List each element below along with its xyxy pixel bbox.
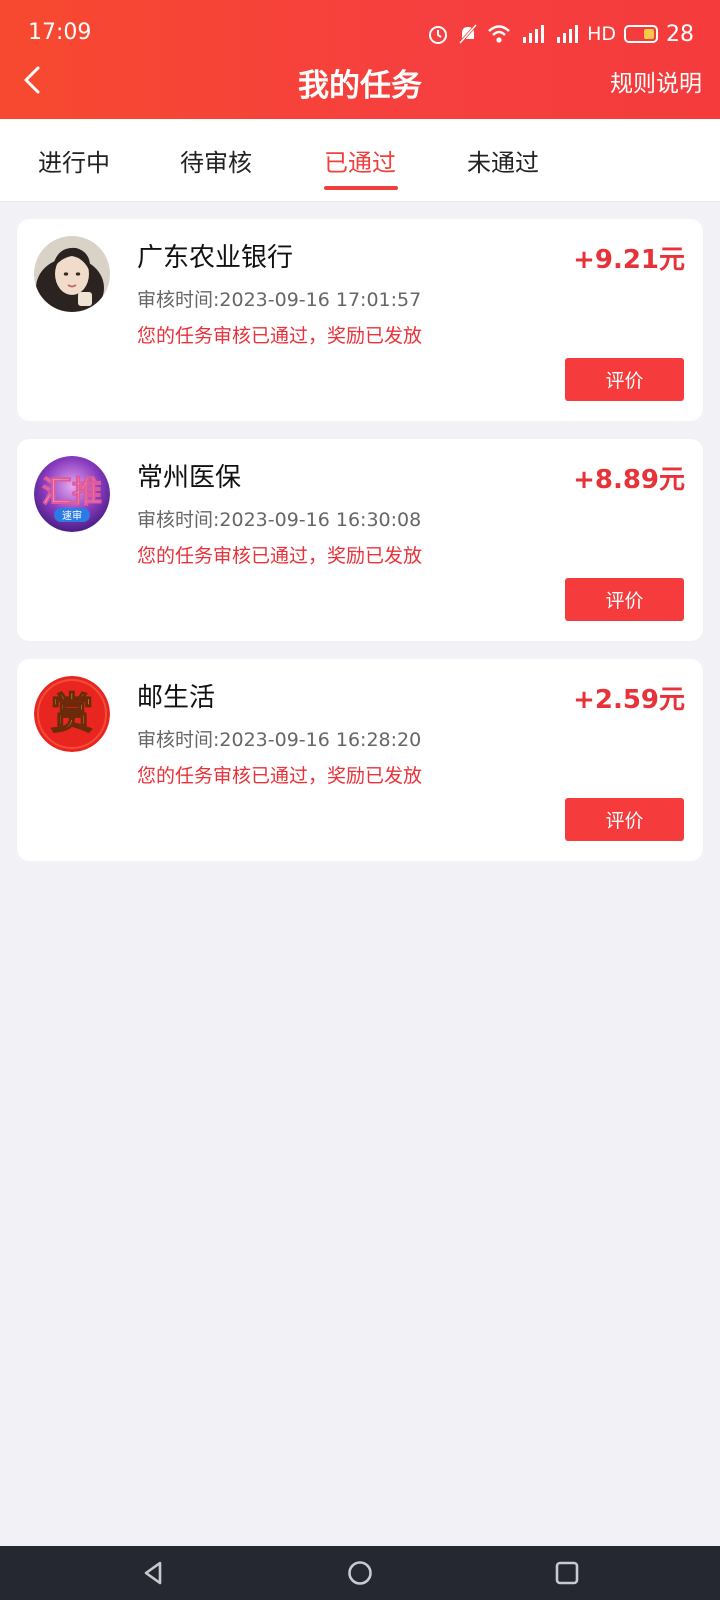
system-nav-bar [0,1546,720,1600]
tab-approved[interactable]: 已通过 [324,143,396,178]
task-card[interactable]: 广东农业银行 +9.21元 审核时间:2023-09-16 17:01:57 您… [17,219,703,421]
triangle-back-icon [144,1561,162,1585]
task-reward: +9.21元 [573,245,685,275]
alarm-icon [429,26,448,44]
task-reward: +2.59元 [573,685,685,715]
system-recents-button[interactable] [553,1559,581,1591]
task-name: 常州医保 [137,463,242,493]
tab-in-progress[interactable]: 进行中 [38,143,110,178]
review-time: 审核时间:2023-09-16 16:28:20 [137,729,422,751]
status-time: 17:09 [28,20,92,45]
battery-icon [624,25,658,43]
avatar: 赏 [34,676,110,752]
nav-bar: 我的任务 规则说明 [0,54,720,114]
portrait-avatar-image [34,236,110,312]
header: 17:09 HD 28 我的任务 规则说明 [0,0,720,119]
tab-pending-review[interactable]: 待审核 [180,143,252,178]
task-card[interactable]: 赏 邮生活 +2.59元 审核时间:2023-09-16 16:28:20 您的… [17,659,703,861]
mute-icon [458,24,478,44]
huitui-logo-text: 汇推 [42,475,102,510]
task-name: 邮生活 [137,683,216,713]
battery-level: 28 [666,21,694,47]
system-back-button[interactable] [140,1559,168,1591]
huitui-logo: 汇推 速审 [34,456,110,532]
avatar: 汇推 速审 [34,456,110,532]
review-time: 审核时间:2023-09-16 17:01:57 [137,289,422,311]
shang-logo: 赏 [34,676,110,752]
status-message: 您的任务审核已通过，奖励已发放 [137,765,423,787]
avatar [34,236,110,312]
task-name: 广东农业银行 [137,243,294,273]
task-card[interactable]: 汇推 速审 常州医保 +8.89元 审核时间:2023-09-16 16:30:… [17,439,703,641]
status-message: 您的任务审核已通过，奖励已发放 [137,545,423,567]
signal-4g-icon [523,25,545,43]
active-tab-indicator [324,186,398,190]
status-bar: 17:09 HD 28 [0,14,720,54]
circle-home-icon [348,1561,372,1585]
status-message: 您的任务审核已通过，奖励已发放 [137,325,423,347]
shang-logo-text: 赏 [51,689,93,738]
tab-rejected[interactable]: 未通过 [467,143,539,178]
huitui-logo-subtext: 速审 [62,509,82,522]
network-label: HD [587,23,616,45]
review-time: 审核时间:2023-09-16 16:30:08 [137,509,422,531]
signal-4g-icon [557,25,579,43]
rate-button[interactable]: 评价 [565,358,684,401]
wifi-icon [488,25,510,43]
status-icons: HD 28 [427,20,694,48]
rate-button[interactable]: 评价 [565,798,684,841]
square-recents-icon [555,1561,579,1585]
tab-bar: 进行中 待审核 已通过 未通过 [0,119,720,202]
system-home-button[interactable] [346,1559,374,1591]
rules-link[interactable]: 规则说明 [610,64,702,98]
rate-button[interactable]: 评价 [565,578,684,621]
task-reward: +8.89元 [573,465,685,495]
